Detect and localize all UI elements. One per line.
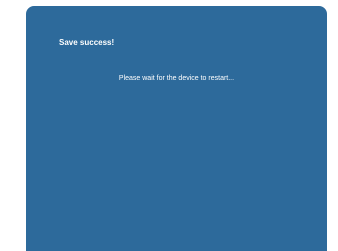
restart-message: Please wait for the device to restart...	[118, 75, 235, 82]
restart-dialog: Save success! Please wait for the device…	[26, 6, 327, 251]
dialog-title: Save success!	[59, 38, 115, 47]
